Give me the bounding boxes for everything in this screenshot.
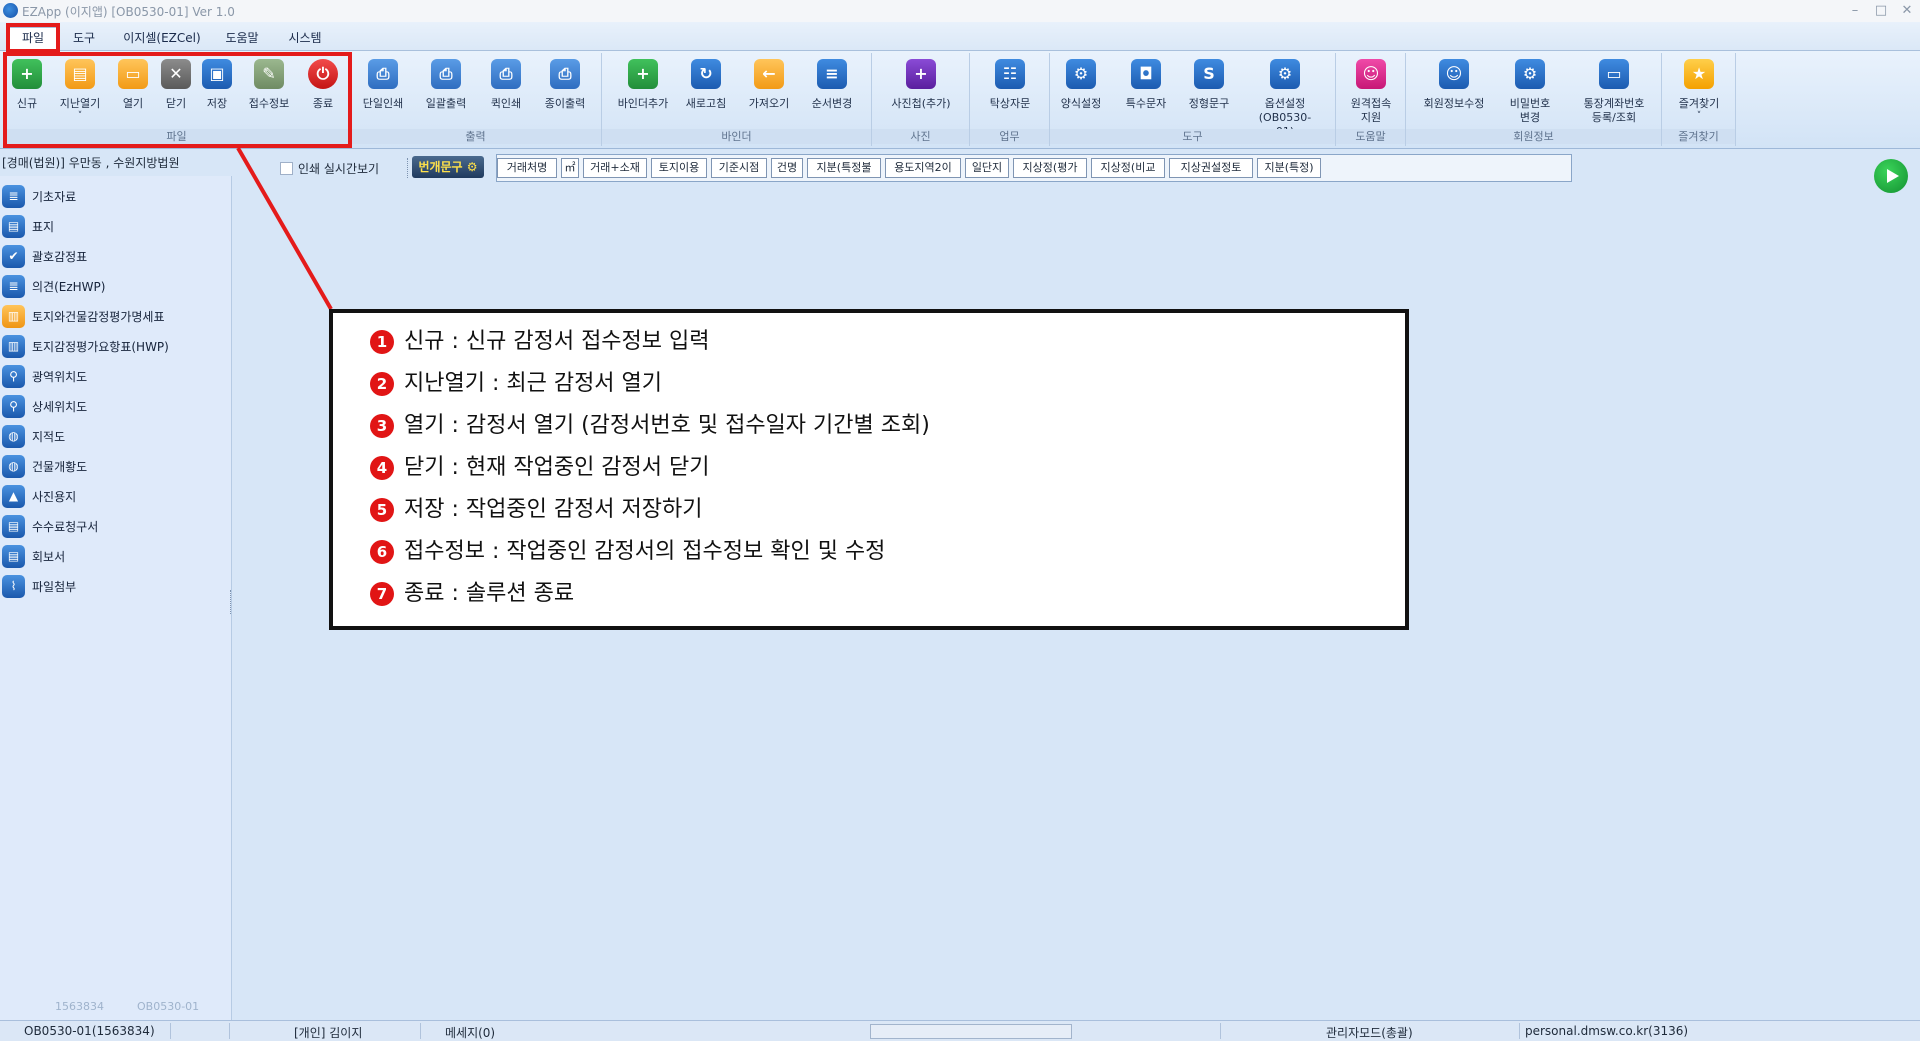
location-pin-icon: ⚲ bbox=[2, 365, 25, 388]
phrase-chip[interactable]: 지상정(비교 bbox=[1091, 158, 1165, 178]
callout-line: 6 접수정보 : 작업중인 감정서의 접수정보 확인 및 수정 bbox=[370, 537, 885, 567]
photo-icon: ▲ bbox=[2, 485, 25, 508]
document-icon: ▤ bbox=[2, 215, 25, 238]
status-user: [개인] 김이지 bbox=[294, 1026, 363, 1040]
play-icon bbox=[1887, 169, 1899, 183]
status-divider bbox=[1220, 1023, 1221, 1039]
clipboard-icon: ▤ bbox=[2, 545, 25, 568]
phrase-chip[interactable]: 기준시점 bbox=[711, 158, 767, 178]
sidebar-item-cover[interactable]: ▤ 표지 bbox=[0, 212, 231, 240]
invoice-icon: ▤ bbox=[2, 515, 25, 538]
globe-icon: ◍ bbox=[2, 455, 25, 478]
status-mode: 관리자모드(총괄) bbox=[1326, 1026, 1413, 1040]
callout-line: 7 종료 : 솔루션 종료 bbox=[370, 579, 574, 609]
phrase-chip[interactable]: 지상권설정토 bbox=[1169, 158, 1253, 178]
map-icon: ▥ bbox=[2, 335, 25, 358]
sidebar-item-bracket-appraisal[interactable]: ✔ 괄호감정표 bbox=[0, 242, 231, 270]
phrase-chip[interactable]: 일단지 bbox=[965, 158, 1009, 178]
panel-splitter[interactable] bbox=[230, 590, 233, 614]
sidebar-item-wide-location-map[interactable]: ⚲ 광역위치도 bbox=[0, 362, 231, 390]
stack-icon: ≣ bbox=[2, 275, 25, 298]
phrase-chip[interactable]: 지상정(평가 bbox=[1013, 158, 1087, 178]
callout-line: 1 신규 : 신규 감정서 접수정보 입력 bbox=[370, 327, 710, 357]
phrase-chip[interactable]: ㎡ bbox=[561, 158, 579, 178]
sidebar-item-building-overview[interactable]: ◍ 건물개황도 bbox=[0, 452, 231, 480]
phrase-chip[interactable]: 거래+소재 bbox=[583, 158, 647, 178]
sidebar-item-report[interactable]: ▤ 회보서 bbox=[0, 542, 231, 570]
sidebar-item-detail-location-map[interactable]: ⚲ 상세위치도 bbox=[0, 392, 231, 420]
callout-box: 1 신규 : 신규 감정서 접수정보 입력 2 지난열기 : 최근 감정서 열기 3… bbox=[329, 309, 1409, 630]
gear-icon: ⚙ bbox=[462, 160, 478, 174]
map-icon: ▥ bbox=[2, 305, 25, 328]
progress-bar bbox=[870, 1024, 1072, 1039]
callout-line: 5 저장 : 작업중인 감정서 저장하기 bbox=[370, 495, 703, 525]
realtime-print-checkbox[interactable] bbox=[280, 162, 293, 175]
quick-phrase-button[interactable]: 번개문구 ⚙ bbox=[412, 156, 484, 178]
status-divider bbox=[229, 1023, 230, 1039]
status-divider bbox=[420, 1023, 421, 1039]
realtime-print-label: 인쇄 실시간보기 bbox=[298, 162, 380, 176]
check-shield-icon: ✔ bbox=[2, 245, 25, 268]
status-divider bbox=[1519, 1023, 1520, 1039]
phrase-chip[interactable]: 건명 bbox=[771, 158, 803, 178]
sidebar: ≣ 기초자료 ▤ 표지 ✔ 괄호감정표 ≣ 의견(EzHWP) ▥ 토지와건물감… bbox=[0, 176, 232, 1020]
callout-line: 4 닫기 : 현재 작업중인 감정서 닫기 bbox=[370, 453, 710, 483]
version-code: OB0530-01 bbox=[137, 1000, 200, 1013]
status-divider bbox=[170, 1023, 171, 1039]
play-button[interactable] bbox=[1874, 159, 1908, 193]
phrase-chip[interactable]: 용도지역2이 bbox=[885, 158, 961, 178]
globe-icon: ◍ bbox=[2, 425, 25, 448]
sidebar-item-cadastral-map[interactable]: ◍ 지적도 bbox=[0, 422, 231, 450]
sidebar-item-photo-sheet[interactable]: ▲ 사진용지 bbox=[0, 482, 231, 510]
phrase-chip[interactable]: 지분(특정불 bbox=[807, 158, 881, 178]
sidebar-item-fee-invoice[interactable]: ▤ 수수료청구서 bbox=[0, 512, 231, 540]
case-title: [경매(법원)] 우만동 , 수원지방법원 bbox=[2, 156, 180, 170]
location-detail-icon: ⚲ bbox=[2, 395, 25, 418]
status-site: personal.dmsw.co.kr(3136) bbox=[1525, 1024, 1689, 1038]
status-messages[interactable]: 메세지(0) bbox=[445, 1024, 495, 1041]
stack-icon: ≣ bbox=[2, 185, 25, 208]
version-number: 1563834 bbox=[55, 1000, 104, 1013]
status-user-code: OB0530-01(1563834) bbox=[24, 1024, 155, 1038]
callout-line: 3 열기 : 감정서 열기 (감정서번호 및 접수일자 기간별 조회) bbox=[370, 411, 930, 441]
phrase-chip[interactable]: 지분(특정) bbox=[1257, 158, 1321, 178]
phrase-chip[interactable]: 거래처명 bbox=[497, 158, 557, 178]
toolbar-separator bbox=[407, 158, 409, 178]
sidebar-item-opinion[interactable]: ≣ 의견(EzHWP) bbox=[0, 272, 231, 300]
sidebar-item-land-summary[interactable]: ▥ 토지감정평가요항표(HWP) bbox=[0, 332, 231, 360]
paperclip-icon: ⌇ bbox=[2, 575, 25, 598]
sidebar-item-land-building-statement[interactable]: ▥ 토지와건물감정평가명세표 bbox=[0, 302, 231, 330]
sidebar-item-basic-data[interactable]: ≣ 기초자료 bbox=[0, 182, 231, 210]
status-bar: OB0530-01(1563834) [개인] 김이지 메세지(0) 관리자모드… bbox=[0, 1020, 1920, 1041]
callout-line: 2 지난열기 : 최근 감정서 열기 bbox=[370, 369, 662, 399]
sidebar-item-file-attach[interactable]: ⌇ 파일첨부 bbox=[0, 572, 231, 600]
phrase-chip[interactable]: 토지이용 bbox=[651, 158, 707, 178]
phrase-chip-bar: 거래처명 ㎡ 거래+소재 토지이용 기준시점 건명 지분(특정불 용도지역2이 … bbox=[496, 154, 1572, 182]
